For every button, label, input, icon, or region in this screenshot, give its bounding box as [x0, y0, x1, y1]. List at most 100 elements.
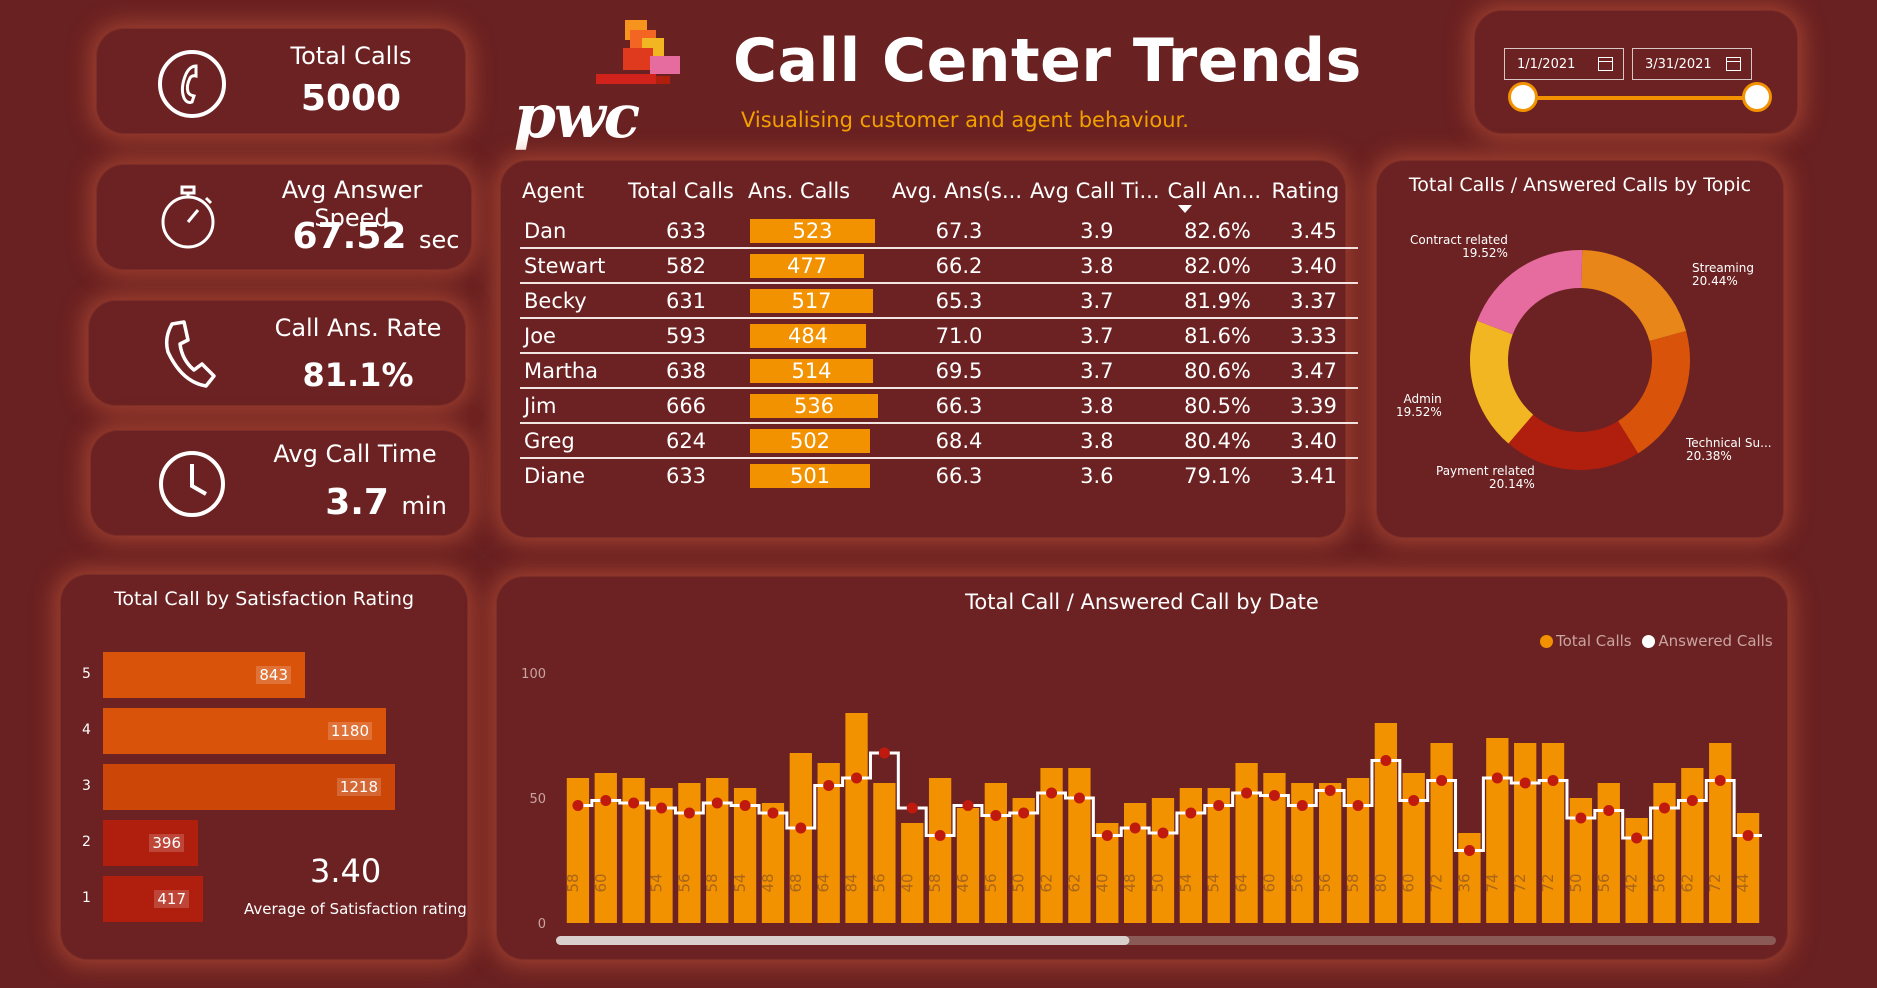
- col-rating[interactable]: Rating: [1270, 178, 1358, 214]
- answered-calls-point[interactable]: [1463, 845, 1475, 856]
- total-calls-bar[interactable]: [789, 753, 812, 923]
- total-calls-bar[interactable]: [1430, 743, 1453, 923]
- total-calls-bar[interactable]: [1151, 798, 1175, 923]
- total-calls-bar[interactable]: [901, 823, 924, 923]
- total-calls-bar[interactable]: [566, 778, 590, 923]
- donut-slice[interactable]: [1477, 250, 1583, 335]
- answered-calls-point[interactable]: [1686, 795, 1698, 806]
- answered-calls-point[interactable]: [1101, 830, 1113, 841]
- answered-calls-point[interactable]: [795, 822, 807, 834]
- answered-calls-point[interactable]: [1742, 830, 1754, 841]
- date-range-slider-end-handle[interactable]: [1742, 82, 1772, 112]
- total-calls-bar[interactable]: [1514, 743, 1537, 923]
- answered-calls-point[interactable]: [600, 795, 612, 806]
- answered-calls-point[interactable]: [1491, 772, 1503, 784]
- answered-calls-point[interactable]: [572, 800, 584, 811]
- answered-calls-point[interactable]: [1268, 790, 1280, 801]
- col-ans-calls[interactable]: Ans. Calls: [746, 178, 890, 214]
- table-row[interactable]: Dan 633 523 67.3 3.9 82.6% 3.45: [520, 214, 1358, 249]
- answered-calls-point[interactable]: [1658, 802, 1670, 814]
- total-calls-bar[interactable]: [873, 783, 896, 923]
- date-range-slider-track[interactable]: [1524, 96, 1758, 100]
- total-calls-bar[interactable]: [1709, 743, 1732, 923]
- answered-calls-point[interactable]: [711, 797, 723, 809]
- table-row[interactable]: Becky 631 517 65.3 3.7 81.9% 3.37: [520, 283, 1358, 319]
- answered-calls-point[interactable]: [683, 807, 695, 819]
- total-calls-bar[interactable]: [678, 783, 701, 923]
- answered-calls-point[interactable]: [1575, 812, 1587, 824]
- answered-calls-point[interactable]: [990, 810, 1002, 821]
- satisfaction-bar[interactable]: 396: [103, 820, 198, 866]
- answered-calls-point[interactable]: [1213, 800, 1225, 811]
- total-calls-bar[interactable]: [1235, 763, 1258, 923]
- donut-slice[interactable]: [1508, 414, 1639, 471]
- answered-calls-point[interactable]: [1436, 775, 1448, 786]
- satisfaction-bar[interactable]: 1218: [103, 764, 395, 810]
- total-calls-bar[interactable]: [1597, 783, 1620, 923]
- answered-calls-point[interactable]: [1547, 775, 1559, 786]
- answered-calls-point[interactable]: [1631, 832, 1643, 844]
- table-row[interactable]: Martha 638 514 69.5 3.7 80.6% 3.47: [520, 353, 1358, 389]
- total-calls-bar[interactable]: [1486, 738, 1509, 923]
- answered-calls-point[interactable]: [851, 772, 863, 784]
- answered-calls-point[interactable]: [656, 802, 668, 814]
- answered-calls-point[interactable]: [1185, 807, 1197, 819]
- calendar-icon[interactable]: [1598, 57, 1613, 71]
- end-date-input[interactable]: 3/31/2021: [1632, 48, 1752, 80]
- answered-calls-point[interactable]: [934, 830, 946, 841]
- answered-calls-point[interactable]: [1296, 800, 1308, 811]
- answered-calls-point[interactable]: [1519, 777, 1531, 789]
- table-row[interactable]: Joe 593 484 71.0 3.7 81.6% 3.33: [520, 318, 1358, 354]
- answered-calls-point[interactable]: [1408, 795, 1420, 806]
- answered-calls-point[interactable]: [739, 800, 751, 811]
- donut-slice[interactable]: [1470, 320, 1534, 444]
- total-calls-bar[interactable]: [1123, 803, 1147, 923]
- total-calls-bar[interactable]: [1541, 743, 1565, 923]
- answered-calls-point[interactable]: [1046, 787, 1058, 799]
- answered-calls-point[interactable]: [1241, 787, 1253, 799]
- answered-calls-point[interactable]: [1073, 792, 1085, 804]
- answered-calls-point[interactable]: [1018, 807, 1030, 819]
- sort-desc-icon[interactable]: [1177, 205, 1192, 213]
- answered-calls-point[interactable]: [1129, 822, 1141, 834]
- answered-calls-point[interactable]: [823, 780, 835, 791]
- total-calls-bar[interactable]: [956, 808, 980, 923]
- date-range-slider-start-handle[interactable]: [1508, 82, 1538, 112]
- total-calls-bar[interactable]: [984, 783, 1007, 923]
- answered-calls-point[interactable]: [767, 807, 779, 819]
- answered-calls-point[interactable]: [906, 802, 918, 814]
- satisfaction-bar[interactable]: 417: [103, 876, 203, 922]
- total-calls-bar[interactable]: [1346, 778, 1370, 923]
- donut-slice[interactable]: [1581, 250, 1687, 342]
- col-avg-ans[interactable]: Avg. Ans(s...: [890, 178, 1028, 214]
- col-call-ans-rate[interactable]: Call An...: [1166, 178, 1270, 214]
- col-avg-call-time[interactable]: Avg Call Ti...: [1028, 178, 1166, 214]
- table-row[interactable]: Jim 666 536 66.3 3.8 80.5% 3.39: [520, 388, 1358, 424]
- donut-slice[interactable]: [1618, 331, 1690, 454]
- answered-calls-point[interactable]: [1603, 805, 1615, 816]
- answered-calls-point[interactable]: [878, 747, 890, 759]
- calendar-icon[interactable]: [1726, 57, 1741, 71]
- table-row[interactable]: Stewart 582 477 66.2 3.8 82.0% 3.40: [520, 248, 1358, 284]
- answered-calls-point[interactable]: [1380, 755, 1392, 766]
- total-calls-bar[interactable]: [1068, 768, 1091, 923]
- total-calls-bar[interactable]: [761, 803, 785, 923]
- total-calls-bar[interactable]: [928, 778, 952, 923]
- answered-calls-point[interactable]: [628, 797, 640, 809]
- total-calls-bar[interactable]: [1681, 768, 1704, 923]
- answered-calls-point[interactable]: [1352, 800, 1364, 811]
- chart-scrollbar-thumb[interactable]: [556, 936, 1130, 945]
- answered-calls-point[interactable]: [1714, 775, 1726, 786]
- answered-calls-point[interactable]: [1324, 785, 1336, 796]
- answered-calls-point[interactable]: [1157, 827, 1169, 839]
- satisfaction-bar[interactable]: 843: [103, 652, 305, 698]
- total-calls-bar[interactable]: [1319, 783, 1342, 923]
- start-date-input[interactable]: 1/1/2021: [1504, 48, 1624, 80]
- col-agent[interactable]: Agent: [520, 178, 626, 214]
- satisfaction-bar[interactable]: 1180: [103, 708, 386, 754]
- col-total-calls[interactable]: Total Calls: [626, 178, 746, 214]
- answered-calls-point[interactable]: [962, 800, 974, 811]
- total-calls-bar[interactable]: [1736, 813, 1760, 923]
- table-row[interactable]: Greg 624 502 68.4 3.8 80.4% 3.40: [520, 423, 1358, 459]
- table-row[interactable]: Diane 633 501 66.3 3.6 79.1% 3.41: [520, 458, 1358, 492]
